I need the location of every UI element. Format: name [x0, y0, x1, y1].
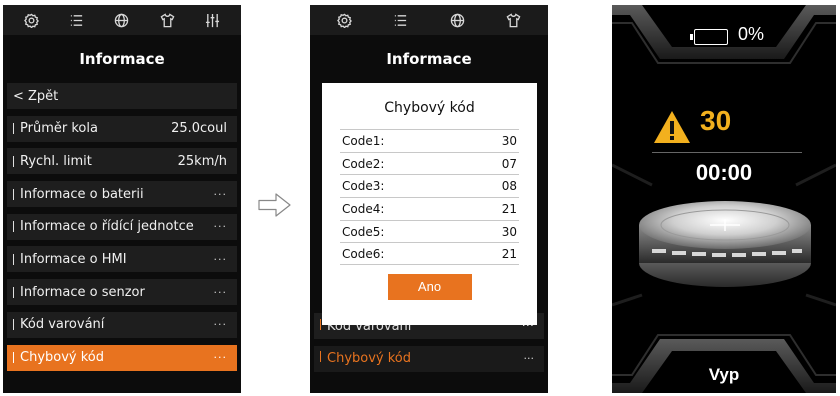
code-value: 08	[501, 179, 517, 194]
item-marker	[13, 253, 14, 265]
code-label: Code2:	[342, 156, 385, 171]
item-marker	[13, 123, 14, 135]
item-marker	[13, 286, 14, 298]
menu-item-hmi-info[interactable]: Informace o HMI ···	[7, 246, 237, 273]
more-dots: ···	[213, 220, 227, 234]
warning-code: 30	[700, 105, 732, 136]
info-menu-screen: Informace < Zpět Průměr kola 25.0coul Ryc…	[3, 5, 241, 393]
error-code-dialog: Chybový kód Code1: 30 Code2: 07 Code3: 08 C…	[322, 83, 537, 325]
more-dots: ···	[213, 187, 227, 201]
tab-bar	[310, 5, 548, 35]
code-row: Code5: 30	[340, 219, 519, 243]
menu-item-value: 25.0coul	[171, 121, 227, 137]
settings-icon[interactable]	[333, 9, 355, 31]
menu-item-label: Chybový kód	[327, 351, 412, 367]
code-value: 21	[501, 201, 517, 216]
menu-item-label: Rychl. limit	[20, 153, 92, 169]
menu-item-error-code: Chybový kód ···	[314, 345, 544, 372]
arrow-right-icon	[258, 193, 291, 217]
item-marker	[13, 221, 14, 233]
error-code-dialog-screen: Informace Kód varování ··· Chybový kód ···…	[310, 5, 548, 393]
code-label: Code3:	[342, 179, 385, 194]
code-row: Code1: 30	[340, 129, 519, 152]
menu-item-warning-code[interactable]: Kód varování ···	[7, 311, 237, 338]
menu-item-speed-limit[interactable]: Rychl. limit 25km/h	[7, 148, 237, 175]
more-dots: ···	[213, 318, 227, 332]
item-marker	[320, 351, 321, 363]
code-value: 07	[501, 156, 517, 171]
item-marker	[13, 319, 14, 331]
settings-icon[interactable]	[21, 9, 43, 31]
dialog-title: Chybový kód	[384, 100, 475, 116]
more-dots: ···	[213, 252, 227, 266]
menu-item-controller-info[interactable]: Informace o řídící jednotce ···	[7, 213, 237, 240]
tab-bar	[3, 5, 241, 35]
globe-icon[interactable]	[111, 9, 133, 31]
battery-icon	[690, 29, 728, 45]
battery-percent: 0%	[738, 24, 765, 44]
menu-item-label: Kód varování	[20, 317, 105, 333]
item-marker	[13, 155, 14, 167]
menu-item-value: 25km/h	[177, 153, 227, 169]
item-marker	[13, 352, 14, 363]
menu-item-label: Chybový kód	[20, 350, 105, 365]
menu-item-label: Průměr kola	[20, 121, 98, 137]
back-button[interactable]: < Zpět	[7, 83, 237, 109]
more-dots: ···	[213, 285, 227, 299]
menu-item-sensor-info[interactable]: Informace o senzor ···	[7, 279, 237, 306]
code-label: Code6:	[342, 246, 385, 261]
warning-icon	[654, 111, 690, 143]
more-dots: ···	[213, 351, 227, 364]
shirt-icon[interactable]	[156, 9, 178, 31]
menu-item-wheel-diameter[interactable]: Průměr kola 25.0coul	[7, 115, 237, 142]
dashboard-screen: 0% 30 00:00 Vyp	[612, 5, 836, 393]
code-label: Code4:	[342, 201, 385, 216]
more-dots: ···	[523, 352, 535, 366]
menu-item-error-code[interactable]: Chybový kód ···	[7, 344, 237, 371]
code-value: 30	[501, 224, 517, 239]
page-title: Informace	[386, 50, 472, 68]
back-label: < Zpět	[13, 88, 59, 104]
code-row: Code4: 21	[340, 197, 519, 220]
list-icon[interactable]	[66, 9, 88, 31]
menu-item-battery-info[interactable]: Informace o baterii ···	[7, 181, 237, 208]
code-label: Code5:	[342, 224, 385, 239]
info-menu: < Zpět Průměr kola 25.0coul Rychl. limit 2…	[3, 83, 241, 371]
item-marker	[13, 188, 14, 200]
code-value: 21	[501, 246, 517, 261]
page-title: Informace	[79, 50, 165, 68]
globe-icon[interactable]	[446, 9, 468, 31]
ok-button[interactable]: Ano	[387, 274, 472, 301]
assist-mode: Vyp	[708, 365, 740, 384]
menu-item-label: Informace o senzor	[20, 284, 145, 300]
shirt-icon[interactable]	[503, 9, 525, 31]
code-row: Code6: 21	[340, 242, 519, 266]
item-marker	[320, 318, 321, 330]
sliders-icon[interactable]	[201, 9, 223, 31]
trip-timer: 00:00	[695, 160, 753, 185]
code-row: Code3: 08	[340, 174, 519, 197]
menu-item-label: Informace o HMI	[20, 251, 127, 267]
divider	[652, 152, 802, 153]
code-value: 30	[501, 133, 517, 148]
code-row: Code2: 07	[340, 151, 519, 175]
menu-item-label: Informace o řídící jednotce	[20, 219, 194, 235]
code-label: Code1:	[342, 133, 385, 148]
menu-item-label: Informace o baterii	[20, 186, 144, 202]
list-icon[interactable]	[390, 9, 412, 31]
wheel-graphic	[639, 201, 811, 287]
